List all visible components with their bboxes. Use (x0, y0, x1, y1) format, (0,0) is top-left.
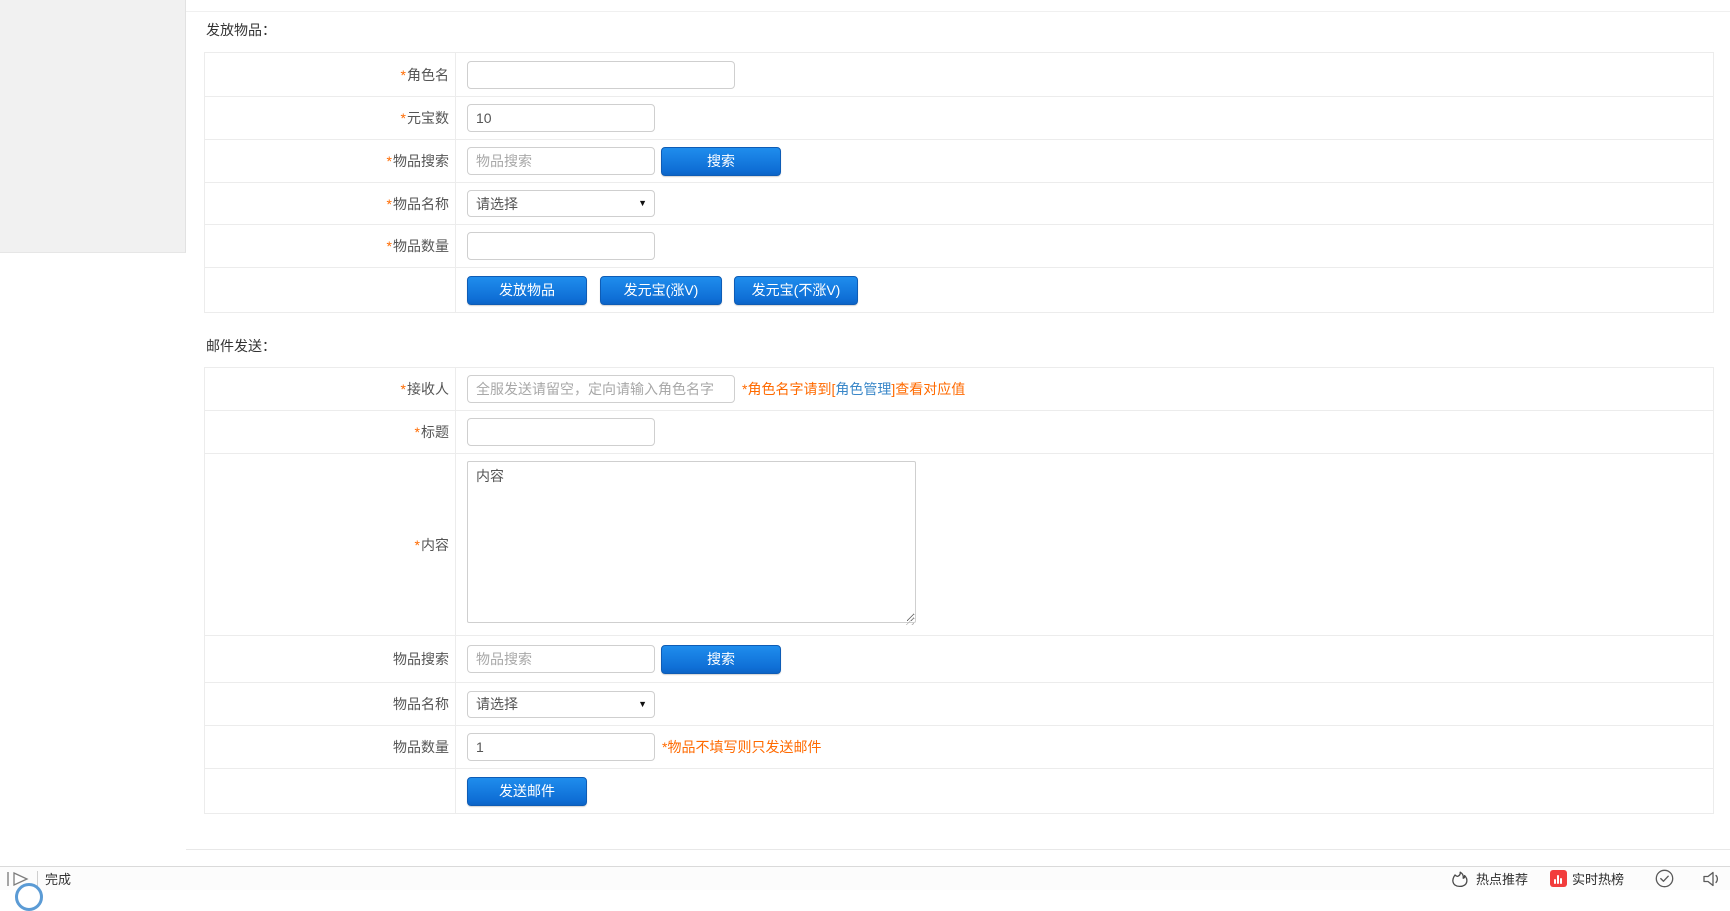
row-subject: * 标题 (205, 411, 1713, 454)
required-mark: * (401, 110, 406, 126)
required-mark: * (401, 381, 406, 397)
mail-item-count-label: 物品数量 (205, 726, 456, 768)
left-sidebar (0, 0, 186, 253)
hot-recommend-link[interactable]: 热点推荐 (1449, 869, 1528, 888)
item-count-label: * 物品数量 (205, 225, 456, 267)
status-bar-left: 完成 (6, 869, 71, 888)
flame-icon (1449, 870, 1471, 888)
row-mail-item-count: 物品数量 *物品不填写则只发送邮件 (205, 726, 1713, 769)
row-mail-item-search: 物品搜索 搜索 (205, 636, 1713, 683)
page: { "ui": { "required_mark": "*", "select_… (0, 0, 1730, 890)
required-mark: * (415, 537, 420, 553)
status-bar-right: 热点推荐 实时热榜 (1449, 868, 1722, 889)
status-separator (37, 871, 38, 886)
subject-label: * 标题 (205, 411, 456, 453)
required-mark: * (401, 67, 406, 83)
mail-item-search-label: 物品搜索 (205, 636, 456, 682)
row-item-search: * 物品搜索 搜索 (205, 140, 1713, 183)
row-role-name: * 角色名 (205, 53, 1713, 97)
row-item-count: * 物品数量 (205, 225, 1713, 268)
empty-label (205, 769, 456, 813)
give-yuanbao-vip-button[interactable]: 发元宝(涨V) (600, 276, 722, 305)
top-divider-line (186, 11, 1730, 12)
mail-item-name-label: 物品名称 (205, 683, 456, 725)
item-search-label: * 物品搜索 (205, 140, 456, 182)
item-search-button[interactable]: 搜索 (661, 147, 781, 176)
empty-label (205, 268, 456, 312)
item-count-input[interactable] (467, 232, 655, 260)
give-items-form: * 角色名 * 元宝数 * 物品搜索 搜索 * 物品名称 (204, 52, 1714, 313)
bottom-divider-line (186, 849, 1730, 850)
row-yuanbao: * 元宝数 (205, 97, 1713, 140)
content-textarea[interactable]: 内容 (467, 461, 916, 623)
row-mail-item-name: 物品名称 请选择 ▼ (205, 683, 1713, 726)
yuanbao-label: * 元宝数 (205, 97, 456, 139)
select-arrow-icon: ▼ (638, 700, 647, 709)
role-name-input[interactable] (467, 61, 735, 89)
speaker-icon[interactable] (1701, 870, 1722, 888)
give-yuanbao-novip-button[interactable]: 发元宝(不涨V) (734, 276, 858, 305)
role-manage-link[interactable]: 角色管理 (835, 381, 891, 397)
subject-input[interactable] (467, 418, 655, 446)
receiver-hint: *角色名字请到[角色管理]查看对应值 (742, 379, 965, 399)
receiver-input[interactable] (467, 375, 735, 403)
row-item-name: * 物品名称 请选择 ▼ (205, 183, 1713, 225)
mail-item-search-input[interactable] (467, 645, 655, 673)
required-mark: * (387, 238, 392, 254)
status-bar: 完成 热点推荐 实时热榜 (0, 866, 1730, 890)
required-mark: * (415, 424, 420, 440)
role-name-label: * 角色名 (205, 53, 456, 96)
item-name-label: * 物品名称 (205, 183, 456, 224)
yuanbao-input[interactable] (467, 104, 655, 132)
required-mark: * (387, 196, 392, 212)
give-item-button[interactable]: 发放物品 (467, 276, 587, 305)
content-label: * 内容 (205, 454, 456, 635)
mail-item-name-select[interactable]: 请选择 ▼ (467, 691, 655, 718)
send-mail-form: * 接收人 *角色名字请到[角色管理]查看对应值 * 标题 * 内容 内容 (204, 367, 1714, 814)
item-search-input[interactable] (467, 147, 655, 175)
bar-chart-icon (1550, 870, 1567, 887)
row-send-mail-button: 发送邮件 (205, 769, 1713, 814)
give-items-section-title: 发放物品： (206, 21, 276, 39)
mail-item-count-input[interactable] (467, 733, 655, 761)
receiver-label: * 接收人 (205, 368, 456, 410)
row-give-buttons: 发放物品 发元宝(涨V) 发元宝(不涨V) (205, 268, 1713, 313)
row-content: * 内容 内容 (205, 454, 1713, 636)
realtime-hot-link[interactable]: 实时热榜 (1550, 869, 1624, 888)
item-name-select[interactable]: 请选择 ▼ (467, 190, 655, 217)
status-text: 完成 (45, 869, 71, 888)
floating-widget-arc[interactable] (15, 883, 43, 911)
send-mail-button[interactable]: 发送邮件 (467, 777, 587, 806)
row-receiver: * 接收人 *角色名字请到[角色管理]查看对应值 (205, 368, 1713, 411)
mail-item-count-hint: *物品不填写则只发送邮件 (662, 737, 821, 757)
select-arrow-icon: ▼ (638, 199, 647, 208)
required-mark: * (387, 153, 392, 169)
mail-item-search-button[interactable]: 搜索 (661, 645, 781, 674)
send-mail-section-title: 邮件发送： (206, 337, 276, 355)
shield-check-icon[interactable] (1654, 868, 1675, 889)
